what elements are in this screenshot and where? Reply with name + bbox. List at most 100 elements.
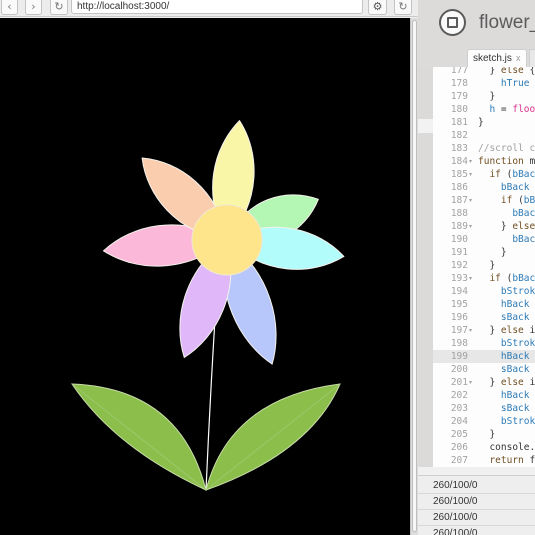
line-number: 201	[450, 377, 468, 388]
line-number: 178	[450, 78, 468, 89]
fold-icon	[469, 233, 477, 246]
right-leaf-vein	[205, 383, 341, 491]
tab-next[interactable]	[529, 49, 535, 67]
fold-icon	[469, 402, 477, 415]
url-input[interactable]: http://localhost:3000/	[71, 0, 363, 14]
code-text: bBac	[512, 208, 535, 219]
code-text: sBack	[500, 312, 530, 323]
code-text: } else	[478, 221, 535, 232]
code-text: bStrok	[500, 416, 535, 427]
fold-icon	[469, 298, 477, 311]
fold-icon	[469, 181, 477, 194]
code-line: 193 ▾ if (bBac	[433, 272, 535, 285]
line-number: 183	[450, 143, 468, 154]
fold-icon[interactable]: ▾	[469, 155, 477, 168]
code-text: sBack	[500, 403, 530, 414]
tab-sketch-js[interactable]: sketch.js x	[467, 49, 527, 67]
flower-center	[191, 204, 263, 276]
line-number: 195	[450, 299, 468, 310]
tab-label: sketch.js	[473, 53, 512, 64]
line-number: 204	[450, 416, 468, 427]
fold-icon	[469, 337, 477, 350]
code-line: 195 hBack	[433, 298, 535, 311]
code-line: 190 bBac	[433, 233, 535, 246]
fold-icon[interactable]: ▾	[469, 220, 477, 233]
code-line: 191 }	[433, 246, 535, 259]
refresh-button[interactable]: ↻	[394, 0, 412, 15]
console-line: 260/100/0	[418, 510, 535, 526]
code-line: 192 }	[433, 259, 535, 272]
back-button[interactable]: ‹	[1, 0, 18, 15]
fold-icon	[469, 77, 477, 90]
fold-icon[interactable]: ▾	[469, 272, 477, 285]
console-line: 260/100/0	[418, 478, 535, 494]
flower-drawing	[71, 119, 345, 491]
fold-icon	[469, 363, 477, 376]
code-line: 182	[433, 129, 535, 142]
scrollbar-thumb[interactable]	[412, 20, 417, 532]
sketch-canvas[interactable]	[0, 18, 410, 535]
fold-icon[interactable]: ▾	[469, 376, 477, 389]
code-text: bStrok	[500, 338, 535, 349]
code-line: 202 hBack	[433, 389, 535, 402]
fold-icon	[469, 389, 477, 402]
code-text: hBack	[500, 351, 530, 362]
arrow-right-icon: ›	[31, 0, 36, 13]
code-line: 187 ▾ if (bB	[433, 194, 535, 207]
code-text: }	[478, 91, 496, 102]
code-text: }	[478, 247, 507, 258]
line-number: 200	[450, 364, 468, 375]
code-text: if (bB	[500, 195, 535, 206]
line-number: 184	[450, 156, 468, 167]
line-number: 194	[450, 286, 468, 297]
forward-button[interactable]: ›	[25, 0, 42, 15]
fold-icon	[469, 129, 477, 142]
reload-button[interactable]: ↻	[50, 0, 68, 15]
browser-scrollbar[interactable]	[410, 18, 418, 535]
code-line: 206 console.	[433, 441, 535, 454]
editor-panel: flower_ sketch.js x 177 } else {178 hTru…	[418, 0, 535, 535]
code-line: 183 //scroll c	[433, 142, 535, 155]
settings-button[interactable]: ⚙	[368, 0, 387, 15]
close-icon[interactable]: x	[516, 53, 521, 63]
editor-header: flower_	[418, 0, 535, 47]
gear-icon: ⚙	[372, 0, 383, 13]
line-number: 179	[450, 91, 468, 102]
browser-toolbar: ‹ › ↻ http://localhost:3000/ ⚙ ↻	[0, 0, 418, 17]
code-line: 197 ▾ } else i	[433, 324, 535, 337]
code-line: 177 } else {	[433, 67, 535, 77]
code-text: return f	[489, 455, 535, 466]
screen: ‹ › ↻ http://localhost:3000/ ⚙ ↻ flower_…	[0, 0, 535, 535]
stop-button[interactable]	[439, 9, 466, 36]
code-text: bBac	[512, 234, 535, 245]
sidebar-indicator	[418, 119, 433, 133]
fold-icon[interactable]: ▾	[469, 324, 477, 337]
line-number: 207	[450, 455, 468, 466]
code-text: function m	[478, 156, 535, 167]
fold-icon	[469, 285, 477, 298]
fold-icon	[469, 428, 477, 441]
fold-icon	[469, 441, 477, 454]
editor-sidebar	[418, 67, 433, 467]
fold-icon	[469, 142, 477, 155]
code-line: 178 hTrue	[433, 77, 535, 90]
fold-icon[interactable]: ▾	[469, 194, 477, 207]
line-number: 202	[450, 390, 468, 401]
code-line: 200 sBack	[433, 363, 535, 376]
code-text: //scroll c	[478, 143, 535, 154]
code-text: sBack	[500, 364, 530, 375]
console-panel: 260/100/0 260/100/0 260/100/0 260/100/0	[418, 475, 535, 535]
reload-icon: ↻	[54, 0, 64, 13]
code-text: bBack	[500, 182, 530, 193]
code-line: 207 return f	[433, 454, 535, 467]
fold-icon[interactable]: ▾	[469, 168, 477, 181]
line-number: 192	[450, 260, 468, 271]
line-number: 189	[450, 221, 468, 232]
line-number: 203	[450, 403, 468, 414]
fold-icon	[469, 246, 477, 259]
code-line: 199 hBack	[433, 350, 535, 363]
code-line: 205 }	[433, 428, 535, 441]
code-editor[interactable]: 177 } else {178 hTrue 179 } 180 h = floo 18…	[433, 67, 535, 467]
line-number: 185	[450, 169, 468, 180]
fold-icon	[469, 90, 477, 103]
